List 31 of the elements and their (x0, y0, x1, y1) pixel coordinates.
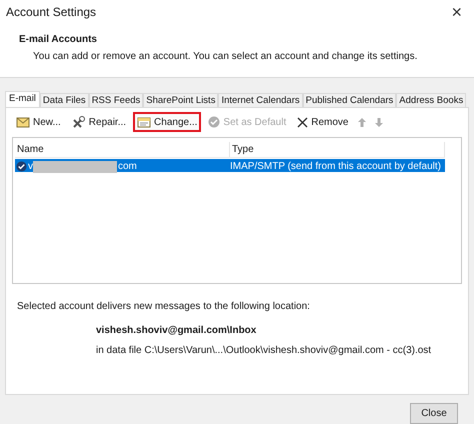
toolbar-button[interactable]: Repair... (70, 112, 128, 132)
check-circle-icon (208, 116, 220, 128)
account-row[interactable]: v com IMAP/SMTP (send from this account by default) (15, 159, 445, 172)
window-title: Account Settings (6, 4, 96, 21)
toolbar-button[interactable]: New... (14, 112, 63, 132)
x-icon (297, 116, 308, 128)
delivery-folder: vishesh.shoviv@gmail.com\Inbox (96, 324, 258, 338)
data-file-path: in data file C:\Users\Varun\...\Outlook\vishesh.shoviv@gmail.com - cc(3).ost (96, 344, 432, 358)
close-button[interactable]: Close (410, 403, 458, 424)
tab[interactable]: SharePoint Lists (143, 93, 218, 107)
envelope-icon (16, 116, 30, 128)
account-type: IMAP/SMTP (send from this account by default) (230, 160, 442, 174)
form-icon (137, 116, 152, 128)
tab[interactable]: Published Calendars (302, 93, 396, 107)
tools-icon (72, 116, 86, 128)
section-description: You can add or remove an account. You can select an account and change its settings. (32, 50, 418, 64)
toolbar-button[interactable]: Remove (295, 112, 350, 132)
column-header: Type (230, 142, 445, 157)
tab[interactable]: Data Files (40, 93, 89, 107)
account-name: v (28, 160, 33, 174)
toolbar-button[interactable]: Change... (133, 112, 202, 132)
up-arrow-icon (358, 118, 366, 126)
section-title: E-mail Accounts (19, 33, 98, 47)
account-name: com (118, 160, 137, 174)
tab[interactable]: RSS Feeds (88, 93, 144, 107)
delivery-text: Selected account delivers new messages to the following location: (17, 300, 311, 314)
tab[interactable]: E-mail (5, 91, 40, 107)
tab[interactable]: Address Books (396, 93, 466, 107)
column-header: Name (15, 142, 230, 157)
down-arrow-icon (375, 118, 384, 126)
tab[interactable]: Internet Calendars (218, 93, 303, 107)
